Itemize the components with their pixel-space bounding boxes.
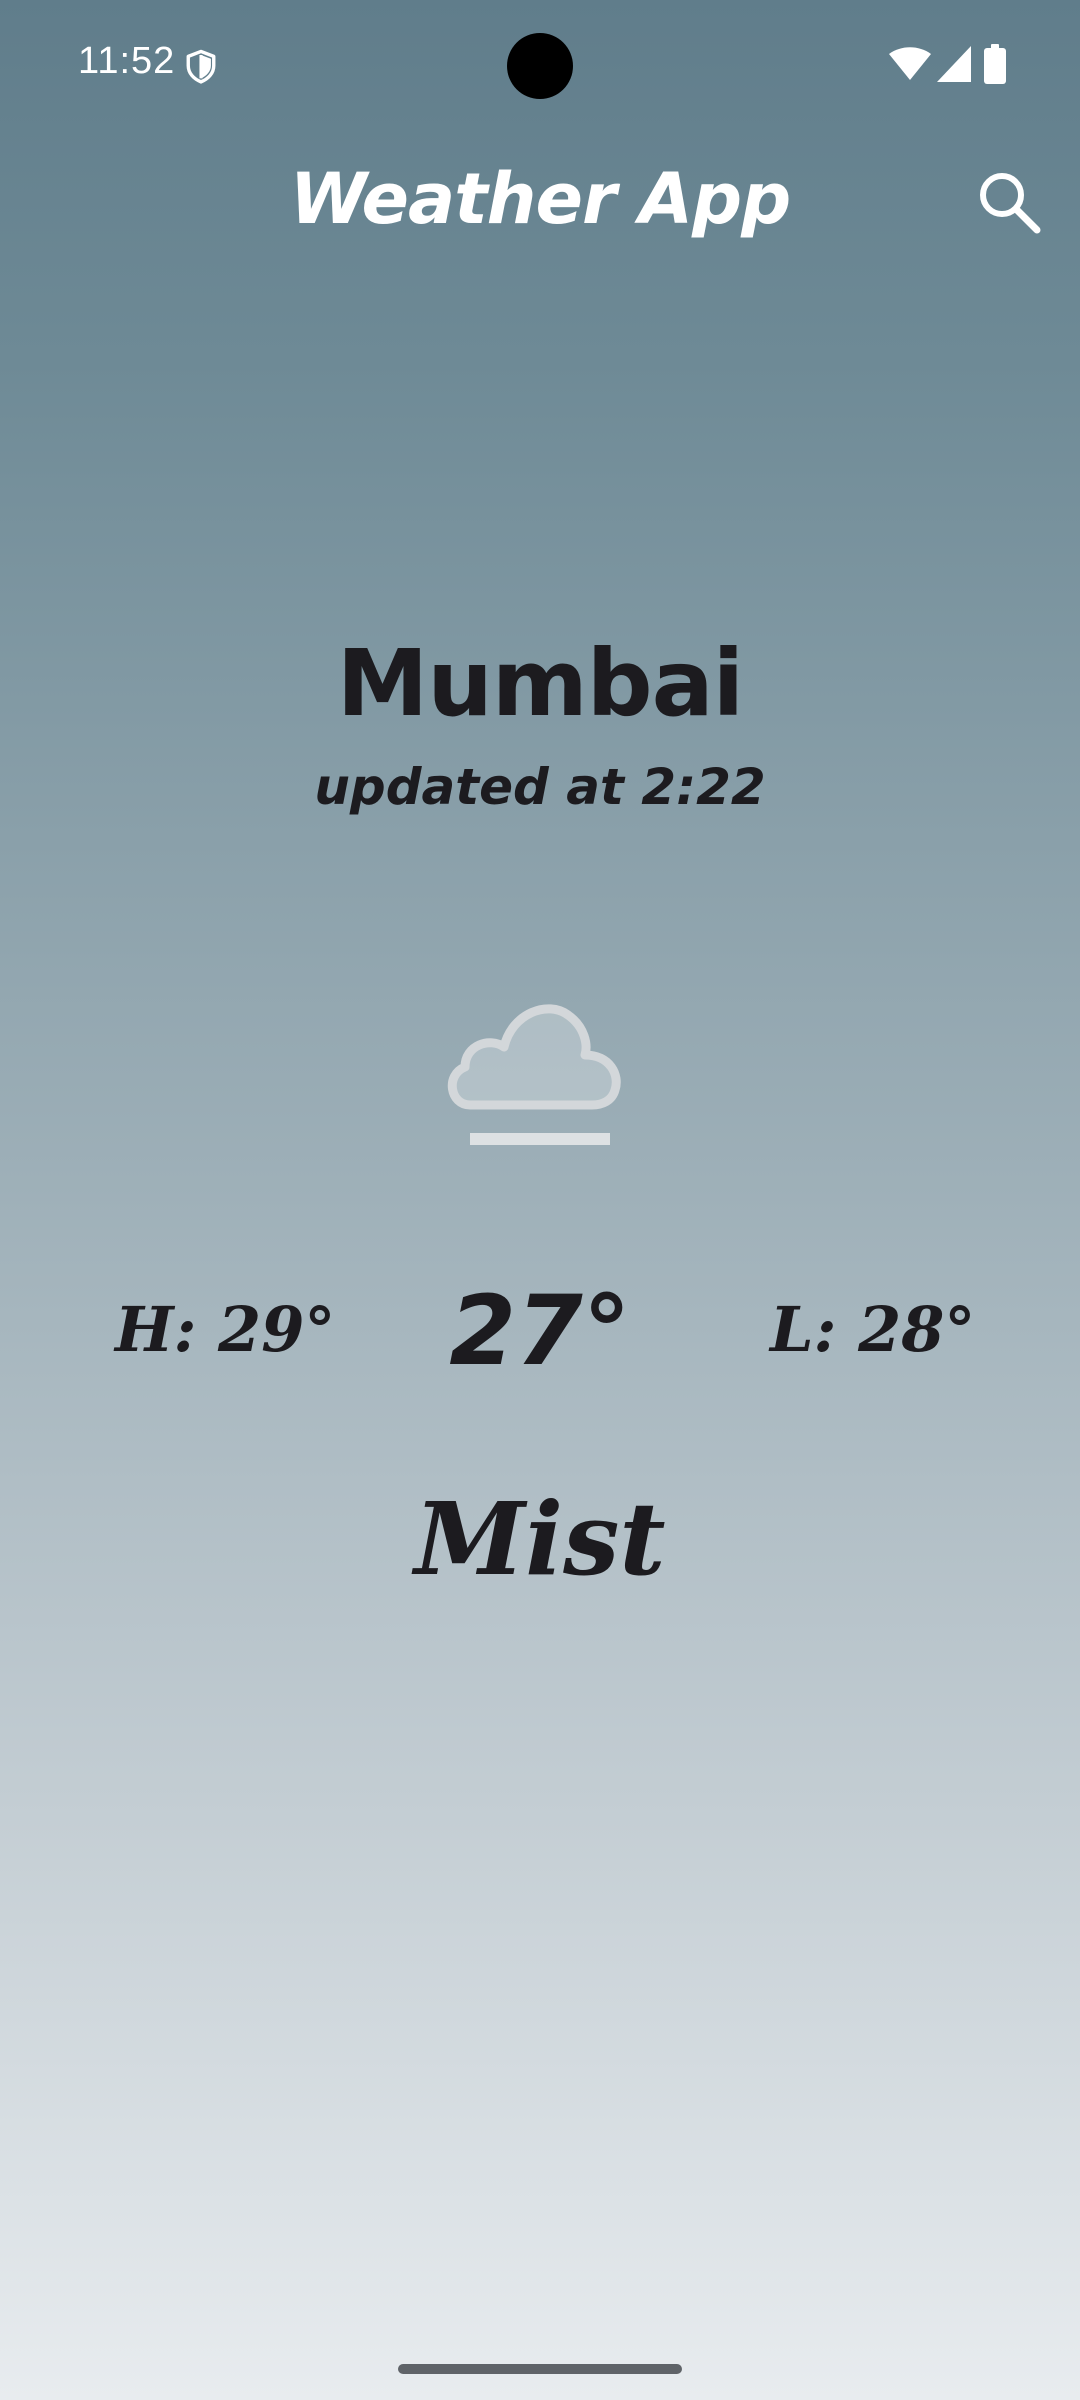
battery-icon	[984, 44, 1006, 84]
weather-screen: 11:52 Weather App Mumbai updated at 2:22	[0, 0, 1080, 2400]
status-bar: 11:52	[0, 0, 1080, 130]
city-name: Mumbai	[336, 630, 744, 737]
weather-condition: Mist	[414, 1480, 666, 1598]
mist-cloud-icon	[447, 1004, 621, 1145]
temp-high: H: 29°	[115, 1293, 336, 1366]
temperature-row: H: 29° 27° L: 28°	[0, 1275, 1080, 1395]
shield-icon	[186, 49, 216, 84]
status-time: 11:52	[78, 40, 176, 82]
cell-signal-icon	[937, 46, 971, 82]
temp-low: L: 28°	[770, 1293, 976, 1366]
search-button[interactable]	[975, 168, 1045, 238]
app-title: Weather App	[289, 158, 792, 240]
front-camera	[507, 33, 573, 99]
updated-time: updated at 2:22	[314, 758, 766, 816]
search-icon	[980, 173, 1041, 234]
home-indicator[interactable]	[398, 2364, 682, 2374]
wifi-icon	[889, 47, 931, 80]
